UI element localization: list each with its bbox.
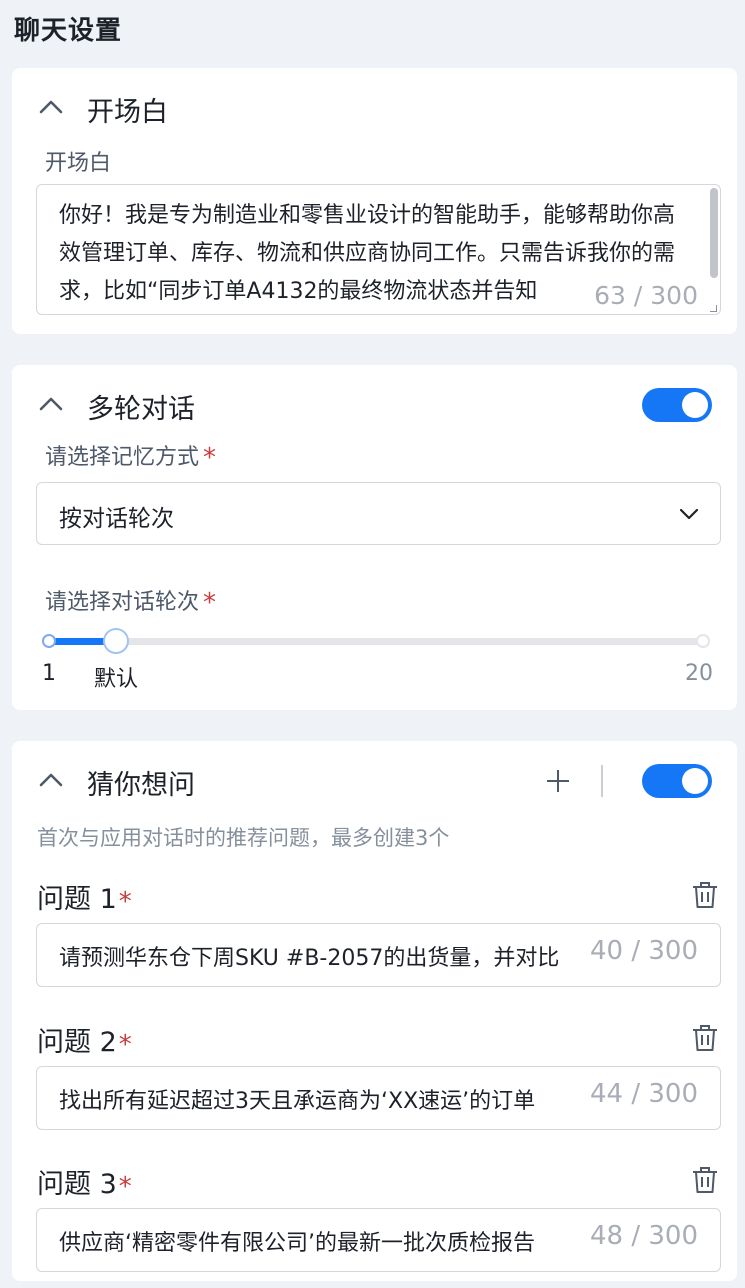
plus-icon[interactable] [546, 769, 570, 793]
slider-min-dot [42, 634, 56, 648]
required-mark: * [118, 887, 132, 917]
memory-select[interactable]: 按对话轮次 [36, 482, 721, 545]
textarea-scrollbar[interactable] [710, 188, 718, 278]
question-text-3[interactable]: 供应商‘精密零件有限公司’的最新一批次质检报告 [59, 1225, 579, 1257]
question-text-2[interactable]: 找出所有延迟超过3天且承运商为‘XX速运’的订单 [59, 1083, 579, 1115]
opening-field-label: 开场白 [45, 151, 112, 176]
chevron-up-icon[interactable] [38, 771, 64, 789]
rounds-label-text: 请选择对话轮次 [45, 590, 200, 615]
question-label-1: 问题 1* [37, 877, 132, 917]
slider-max-dot [696, 634, 710, 648]
multi-turn-title: 多轮对话 [87, 394, 195, 425]
question-input-3[interactable]: 供应商‘精密零件有限公司’的最新一批次质检报告 48 / 300 [36, 1208, 721, 1272]
trash-icon[interactable] [692, 1024, 718, 1052]
question-text-1[interactable]: 请预测华东仓下周SKU #B-2057的出货量，并对比 [59, 940, 579, 972]
required-mark: * [203, 443, 217, 473]
opening-header[interactable]: 开场白 [12, 88, 737, 128]
question-label-2: 问题 2* [37, 1020, 132, 1060]
chevron-down-icon[interactable] [678, 503, 700, 525]
toggle-knob [682, 768, 708, 794]
opening-char-count: 63 / 300 [594, 281, 698, 310]
trash-icon[interactable] [692, 881, 718, 909]
slider-min-label: 1 [42, 661, 56, 686]
opening-title: 开场白 [87, 97, 168, 128]
question-count-2: 44 / 300 [586, 1079, 698, 1109]
suggest-hint: 首次与应用对话时的推荐问题，最多创建3个 [37, 826, 450, 850]
required-mark: * [118, 1030, 132, 1060]
question-count-1: 40 / 300 [586, 936, 698, 966]
question-input-1[interactable]: 请预测华东仓下周SKU #B-2057的出货量，并对比 40 / 300 [36, 923, 721, 987]
suggest-title: 猜你想问 [87, 770, 195, 801]
required-mark: * [203, 588, 217, 618]
slider-track[interactable] [47, 638, 705, 645]
question-count-3: 48 / 300 [586, 1221, 698, 1251]
slider-thumb[interactable] [103, 628, 130, 654]
opening-card: 开场白 开场白 你好！我是专为制造业和零售业设计的智能助手，能够帮助你高效管理订… [12, 68, 737, 334]
slider-max-label: 20 [685, 661, 713, 686]
required-mark: * [118, 1172, 132, 1202]
rounds-label: 请选择对话轮次 * [45, 584, 216, 618]
memory-select-value: 按对话轮次 [59, 506, 174, 532]
suggest-toggle[interactable] [642, 764, 712, 798]
multi-turn-header[interactable]: 多轮对话 [12, 385, 737, 425]
header-divider [601, 765, 603, 797]
suggest-card: 猜你想问 首次与应用对话时的推荐问题，最多创建3个 问题 1* 请预测华东仓下周… [12, 741, 737, 1281]
multi-turn-toggle[interactable] [642, 388, 712, 422]
question-label-text: 问题 1 [37, 884, 117, 915]
memory-label-text: 请选择记忆方式 [45, 445, 200, 470]
memory-label: 请选择记忆方式 * [45, 439, 216, 473]
rounds-slider[interactable] [42, 628, 710, 654]
question-input-2[interactable]: 找出所有延迟超过3天且承运商为‘XX速运’的订单 44 / 300 [36, 1066, 721, 1130]
toggle-knob [682, 392, 708, 418]
question-label-3: 问题 3* [37, 1162, 132, 1202]
resize-grip-icon[interactable] [710, 305, 717, 312]
suggest-header[interactable]: 猜你想问 [12, 761, 737, 801]
page-title: 聊天设置 [14, 16, 123, 46]
multi-turn-card: 多轮对话 请选择记忆方式 * 按对话轮次 请选择对话轮次 * 1 默认 20 [12, 365, 737, 710]
question-label-text: 问题 2 [37, 1027, 117, 1058]
question-label-text: 问题 3 [37, 1169, 117, 1200]
chevron-up-icon[interactable] [38, 98, 64, 116]
slider-default-label: 默认 [94, 667, 139, 692]
chevron-up-icon[interactable] [38, 395, 64, 413]
trash-icon[interactable] [692, 1166, 718, 1194]
opening-textarea[interactable]: 你好！我是专为制造业和零售业设计的智能助手，能够帮助你高效管理订单、库存、物流和… [36, 184, 721, 315]
